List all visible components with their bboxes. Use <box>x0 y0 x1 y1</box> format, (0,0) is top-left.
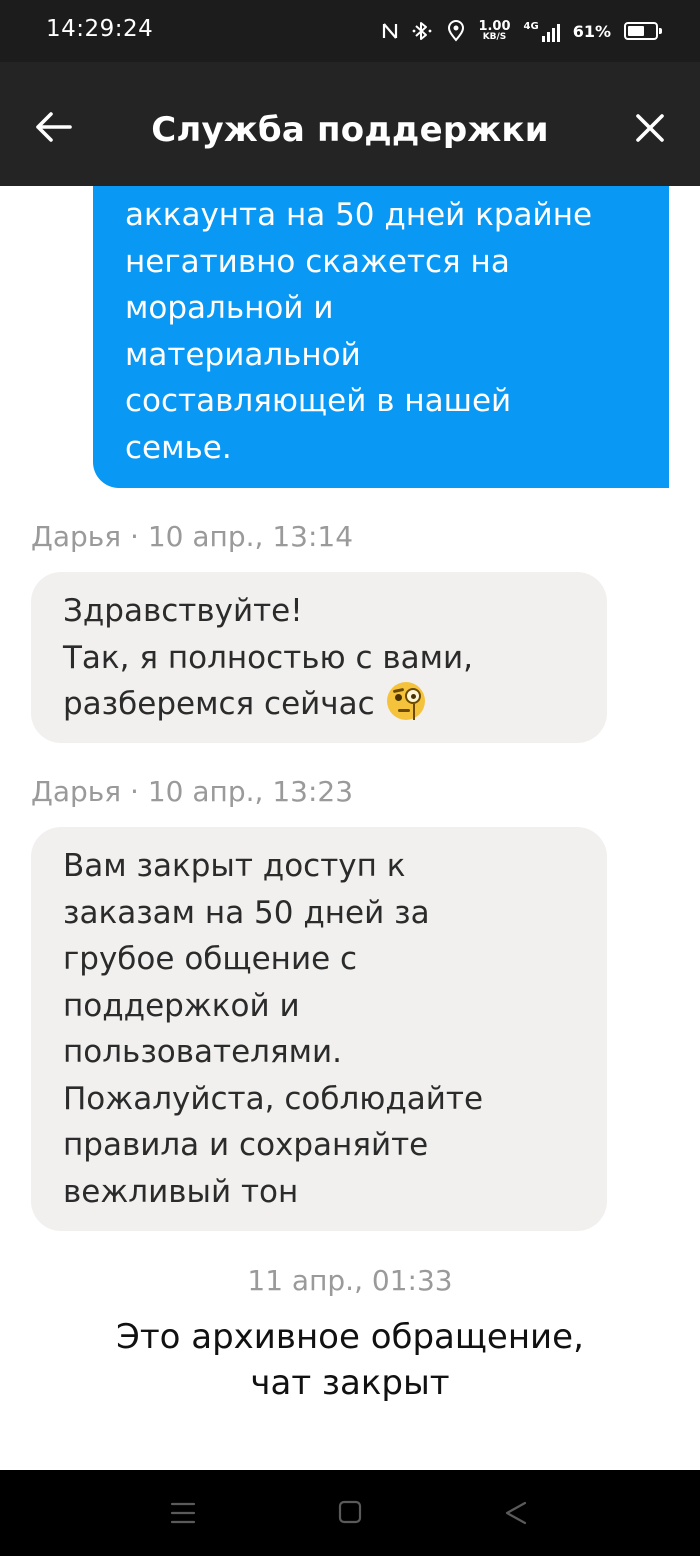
system-nav-bar <box>0 1470 700 1556</box>
message-text: разберемся сейчас <box>63 686 375 722</box>
message-line: материальной <box>125 336 361 373</box>
message-line: Здравствуйте! <box>63 593 303 629</box>
speed-unit: KB/S <box>482 32 507 42</box>
support-message-bubble: Вам закрыт доступ к заказам на 50 дней з… <box>31 827 607 1231</box>
message-meta: Дарья · 10 апр., 13:23 <box>31 775 354 808</box>
message-line: Пожалуйста, соблюдайте <box>63 1080 484 1117</box>
home-icon[interactable] <box>338 1500 362 1524</box>
archive-notice-line: чат закрыт <box>250 1363 450 1403</box>
message-line: негативно скажется на <box>125 243 510 280</box>
user-message-bubble: аккаунта на 50 дней крайне негативно ска… <box>93 186 669 488</box>
message-line: пользователями. <box>63 1034 343 1070</box>
message-line: заказам на 50 дней за <box>63 894 430 931</box>
status-time: 14:29:24 <box>46 16 154 42</box>
message-line: поддержкой и <box>63 987 300 1024</box>
message-line: семье. <box>125 429 232 466</box>
message-line: составляющей в нашей <box>125 383 512 419</box>
message-line-with-emoji: разберемся сейчас <box>63 681 587 728</box>
archive-notice-line: Это архивное обращение, <box>116 1317 584 1357</box>
app-header: Служба поддержки <box>0 62 700 186</box>
battery-percent: 61% <box>572 21 611 41</box>
location-icon <box>448 20 465 42</box>
message-meta: Дарья · 10 апр., 13:14 <box>31 520 354 553</box>
bluetooth-icon <box>413 22 432 40</box>
menu-icon[interactable] <box>170 1500 196 1526</box>
battery-icon <box>624 22 662 40</box>
status-bar: 14:29:24 1.00 KB/S 4G 61% <box>0 0 700 62</box>
message-line: правила и сохраняйте <box>63 1127 429 1163</box>
message-line: Вам закрыт доступ к <box>63 848 406 884</box>
message-line: вежливый тон <box>63 1173 299 1210</box>
network-speed: 1.00 KB/S <box>478 20 510 42</box>
message-line: моральной и <box>125 290 334 326</box>
message-line: аккаунта на 50 дней крайне <box>125 197 593 233</box>
back-triangle-icon[interactable] <box>503 1500 529 1526</box>
signal-icon: 4G <box>524 21 560 42</box>
support-message-bubble: Здравствуйте! Так, я полностью с вами, р… <box>31 572 607 743</box>
close-icon[interactable] <box>630 108 670 148</box>
chat-thread[interactable]: аккаунта на 50 дней крайне негативно ска… <box>0 186 700 1470</box>
page-title: Служба поддержки <box>151 110 549 150</box>
message-line: грубое общение с <box>63 941 358 977</box>
network-type: 4G <box>523 20 539 32</box>
archive-notice: Это архивное обращение, чат закрыт <box>0 1314 700 1406</box>
nfc-icon <box>383 23 398 39</box>
face-with-monocle-icon <box>386 682 425 720</box>
date-separator: 11 апр., 01:33 <box>247 1264 453 1297</box>
status-icons: 1.00 KB/S 4G 61% <box>381 16 662 46</box>
message-line: Так, я полностью с вами, <box>63 639 474 676</box>
